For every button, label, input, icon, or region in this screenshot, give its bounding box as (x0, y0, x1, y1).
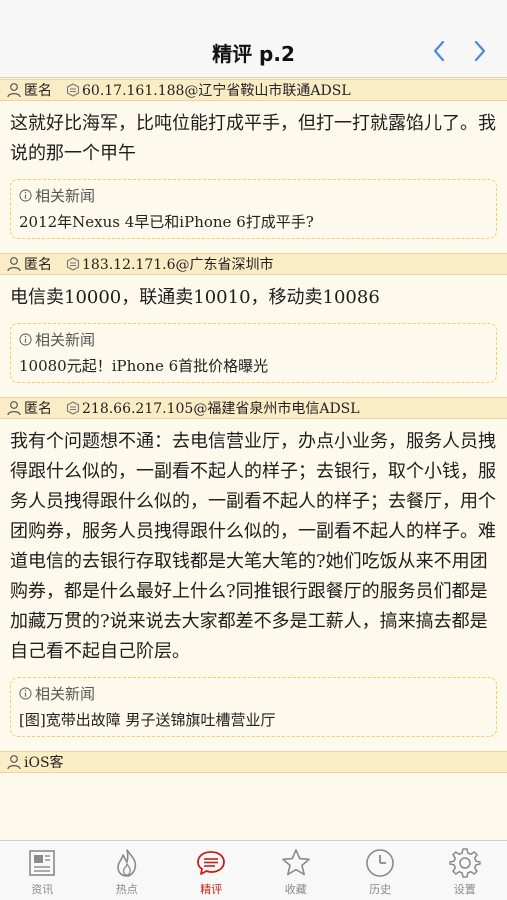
comment-meta: iOS客 (0, 751, 507, 773)
nav-bar: 精评 p.2 (0, 0, 507, 78)
location-tag-icon (66, 401, 80, 415)
comment-username: iOS客 (24, 755, 64, 771)
prev-page-button[interactable] (425, 36, 453, 66)
comment-location: 183.12.171.6@广东省深圳市 (82, 257, 274, 273)
comment-location: 218.66.217.105@福建省泉州市电信ADSL (82, 401, 360, 417)
clock-icon (366, 849, 395, 877)
tab-label: 历史 (369, 883, 392, 896)
comment-location: 60.17.161.188@辽宁省鞍山市联通ADSL (82, 83, 351, 99)
related-news-title: 10080元起！iPhone 6首批价格曝光 (19, 357, 269, 375)
comment-meta: 匿名 60.17.161.188@辽宁省鞍山市联通ADSL (0, 79, 507, 101)
user-icon (7, 401, 21, 416)
comment-item[interactable]: 匿名 218.66.217.105@福建省泉州市电信ADSL 我有个问题想不通：… (0, 397, 507, 737)
gear-icon (449, 848, 481, 878)
tab-settings[interactable]: 设置 (423, 841, 507, 900)
tab-label: 热点 (115, 883, 138, 896)
related-news-title: 2012年Nexus 4早已和iPhone 6打成平手? (19, 213, 314, 231)
related-news-label: 相关新闻 (35, 186, 96, 205)
related-news-title: [图]宽带出故障 男子送锦旗吐槽营业厅 (19, 711, 276, 729)
comment-username: 匿名 (24, 83, 52, 99)
next-page-button[interactable] (466, 36, 494, 66)
comment-text: 我有个问题想不通：去电信营业厅，办点小业务，服务人员拽得跟什么似的，一副看不起人… (10, 431, 496, 662)
tab-bar: 资讯 热点 精评 收藏 历史 设置 (0, 840, 507, 900)
flame-icon (116, 849, 136, 877)
info-icon (19, 686, 32, 700)
comment-username: 匿名 (24, 257, 52, 273)
location-tag-icon (66, 83, 80, 97)
tab-label: 收藏 (284, 883, 307, 896)
user-icon (7, 755, 21, 770)
comment-item[interactable]: 匿名 183.12.171.6@广东省深圳市 电信卖10000，联通卖10010… (0, 253, 507, 383)
chevron-left-icon (433, 40, 445, 62)
tab-label: 精评 (200, 883, 223, 896)
comment-item[interactable]: iOS客 (0, 751, 507, 773)
star-icon (281, 849, 310, 876)
location-tag-icon (66, 257, 80, 271)
related-news-link[interactable]: 相关新闻 2012年Nexus 4早已和iPhone 6打成平手? (10, 179, 497, 239)
info-icon (19, 188, 32, 202)
info-icon (19, 332, 32, 346)
tab-favorites[interactable]: 收藏 (254, 841, 339, 900)
user-icon (7, 257, 21, 272)
tab-hot[interactable]: 热点 (85, 841, 170, 900)
comment-text: 电信卖10000，联通卖10010，移动卖10086 (10, 287, 380, 308)
related-news-label: 相关新闻 (35, 330, 96, 349)
related-news-link[interactable]: 相关新闻 10080元起！iPhone 6首批价格曝光 (10, 323, 497, 383)
related-news-label: 相关新闻 (35, 684, 96, 703)
newspaper-icon (29, 850, 56, 876)
tab-label: 资讯 (31, 883, 54, 896)
tab-news[interactable]: 资讯 (0, 841, 85, 900)
comment-bubble-icon (197, 851, 226, 875)
comment-item[interactable]: 匿名 60.17.161.188@辽宁省鞍山市联通ADSL 这就好比海军，比吨位… (0, 79, 507, 239)
related-news-link[interactable]: 相关新闻 [图]宽带出故障 男子送锦旗吐槽营业厅 (10, 677, 497, 737)
tab-top-comments[interactable]: 精评 (169, 841, 254, 900)
tab-history[interactable]: 历史 (338, 841, 423, 900)
tab-label: 设置 (453, 883, 476, 896)
chevron-right-icon (474, 40, 486, 62)
comment-meta: 匿名 218.66.217.105@福建省泉州市电信ADSL (0, 397, 507, 419)
comment-text: 这就好比海军，比吨位能打成平手，但打一打就露馅儿了。我说的那一个甲午 (10, 113, 496, 164)
comment-list[interactable]: 匿名 60.17.161.188@辽宁省鞍山市联通ADSL 这就好比海军，比吨位… (0, 79, 507, 820)
user-icon (7, 83, 21, 98)
comment-meta: 匿名 183.12.171.6@广东省深圳市 (0, 253, 507, 275)
comment-username: 匿名 (24, 401, 52, 417)
